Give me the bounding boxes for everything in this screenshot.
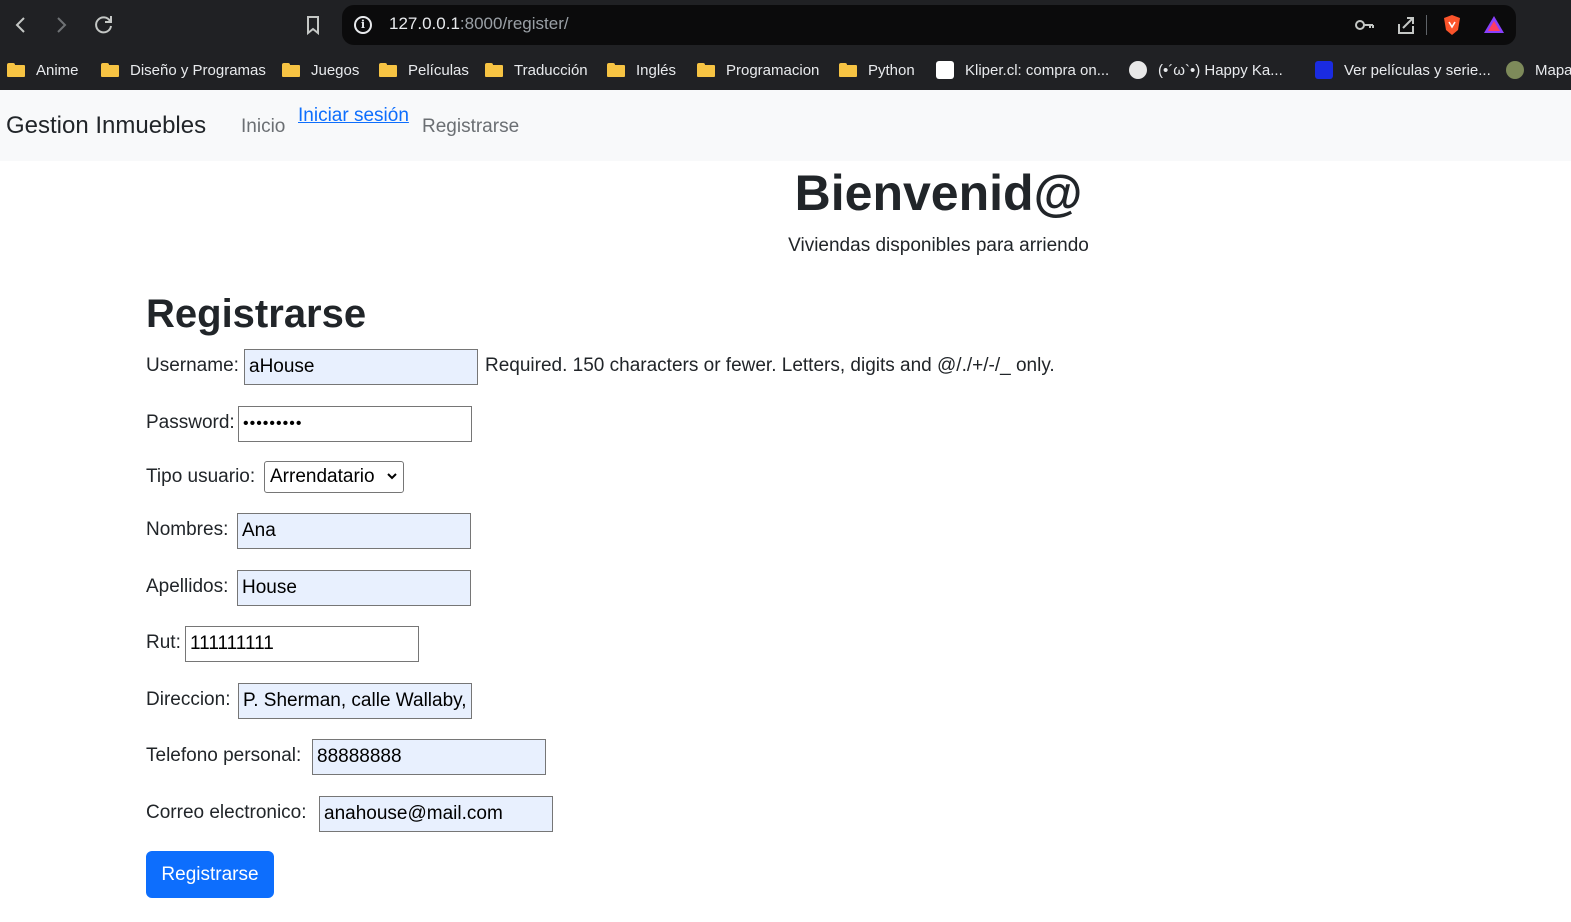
address-bar[interactable]: i 127.0.0.1:8000/register/ — [342, 5, 1516, 45]
bookmark-label: Traducción — [514, 61, 588, 79]
password-label: Password: — [146, 412, 235, 433]
bookmark-folder[interactable]: Programacion — [697, 59, 819, 81]
bookmark-label: Mapa — [1535, 61, 1571, 79]
username-label: Username: — [146, 355, 239, 376]
key-icon[interactable] — [1352, 13, 1376, 37]
page-title: Bienvenid@ — [794, 165, 1083, 221]
bookmark-folder[interactable]: Inglés — [607, 59, 676, 81]
navbar-brand[interactable]: Gestion Inmuebles — [6, 112, 206, 140]
folder-icon — [7, 63, 25, 77]
browser-toolbar: i 127.0.0.1:8000/register/ — [0, 0, 1571, 50]
direccion-input[interactable]: P. Sherman, calle Wallaby, — [238, 683, 472, 719]
register-submit-button[interactable]: Registrarse — [146, 851, 274, 898]
bookmark-label: Python — [868, 61, 915, 79]
bookmark-label: Juegos — [311, 61, 360, 79]
apellidos-label: Apellidos: — [146, 576, 229, 597]
bookmark-link[interactable]: (•´ω`•) Happy Ka... — [1129, 59, 1283, 81]
rut-input[interactable]: 111111111 — [185, 626, 419, 662]
forward-icon[interactable] — [48, 12, 74, 38]
tipo-usuario-label: Tipo usuario: — [146, 466, 256, 487]
m-favicon — [1315, 61, 1333, 79]
toolbar-divider — [1426, 15, 1427, 35]
reload-icon[interactable] — [91, 12, 117, 38]
bookmark-folder[interactable]: Películas — [379, 59, 469, 81]
bookmark-label: (•´ω`•) Happy Ka... — [1158, 61, 1283, 79]
bookmark-label: Ver películas y serie... — [1344, 61, 1491, 79]
chevron-down-icon — [386, 462, 398, 503]
site-navbar: Gestion Inmuebles Inicio Iniciar sesión … — [0, 90, 1571, 161]
globe-favicon — [1506, 61, 1524, 79]
password-input[interactable]: ••••••••• — [238, 406, 472, 442]
folder-icon — [607, 63, 625, 77]
bookmark-folder[interactable]: Traducción — [485, 59, 588, 81]
correo-label: Correo electronico: — [146, 802, 307, 823]
page-subtitle: Viviendas disponibles para arriendo — [788, 235, 1089, 256]
nombres-input[interactable]: Ana — [237, 513, 471, 549]
kliper-favicon — [936, 61, 954, 79]
bookmark-link[interactable]: Ver películas y serie... — [1315, 59, 1491, 81]
nombres-label: Nombres: — [146, 519, 229, 540]
bookmark-label: Inglés — [636, 61, 677, 79]
bookmark-label: Programacion — [726, 61, 820, 79]
correo-input[interactable]: anahouse@mail.com — [319, 796, 553, 832]
bookmark-link[interactable]: Kliper.cl: compra on... — [936, 59, 1109, 81]
username-input[interactable]: aHouse — [244, 349, 478, 385]
site-info-icon[interactable]: i — [354, 16, 372, 34]
brave-rewards-icon[interactable] — [1482, 13, 1506, 37]
form-title: Registrarse — [146, 292, 367, 336]
bookmark-label: Películas — [408, 61, 469, 79]
url-host: 127.0.0.1 — [389, 14, 460, 33]
folder-icon — [485, 63, 503, 77]
share-icon[interactable] — [1394, 13, 1418, 37]
bookmark-link[interactable]: Mapa — [1506, 59, 1571, 81]
direccion-label: Direccion: — [146, 689, 231, 710]
bookmark-folder[interactable]: Python — [839, 59, 915, 81]
bookmark-folder[interactable]: Diseño y Programas — [101, 59, 266, 81]
rut-label: Rut: — [146, 632, 181, 653]
folder-icon — [697, 63, 715, 77]
folder-icon — [282, 63, 300, 77]
telefono-input[interactable]: 88888888 — [312, 739, 546, 775]
panda-favicon — [1129, 61, 1147, 79]
brave-shield-icon[interactable] — [1440, 13, 1464, 37]
bookmark-label: Anime — [36, 61, 79, 79]
folder-icon — [101, 63, 119, 77]
apellidos-input[interactable]: House — [237, 570, 471, 606]
username-help-text: Required. 150 characters or fewer. Lette… — [485, 355, 1055, 376]
url-path: :8000/register/ — [459, 14, 569, 33]
tipo-usuario-select[interactable]: Arrendatario — [264, 461, 404, 493]
folder-icon — [839, 63, 857, 77]
bookmark-folder[interactable]: Anime — [7, 59, 79, 81]
url-text[interactable]: 127.0.0.1:8000/register/ — [389, 14, 569, 34]
bookmark-icon[interactable] — [300, 12, 326, 38]
telefono-label: Telefono personal: — [146, 745, 302, 766]
bookmarks-bar: Anime Diseño y Programas Juegos Película… — [0, 50, 1571, 90]
back-icon[interactable] — [8, 12, 34, 38]
bookmark-label: Kliper.cl: compra on... — [965, 61, 1110, 79]
nav-link-iniciar-sesion[interactable]: Iniciar sesión — [298, 105, 409, 127]
bookmark-label: Diseño y Programas — [130, 61, 266, 79]
folder-icon — [379, 63, 397, 77]
tipo-usuario-selected: Arrendatario — [270, 466, 375, 487]
bookmark-folder[interactable]: Juegos — [282, 59, 359, 81]
nav-link-inicio[interactable]: Inicio — [241, 116, 285, 138]
nav-link-registrarse[interactable]: Registrarse — [422, 116, 519, 138]
